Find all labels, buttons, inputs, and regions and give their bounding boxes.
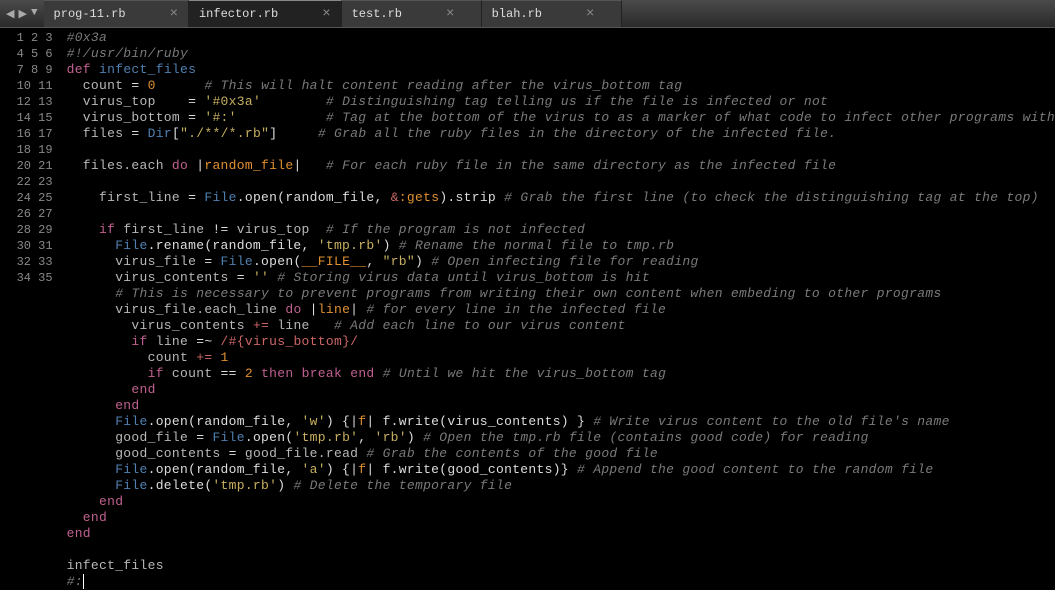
close-icon[interactable]: × [170, 7, 178, 21]
tab-label: blah.rb [492, 7, 542, 21]
tab-label: infector.rb [199, 7, 278, 21]
tab-prog11[interactable]: prog-11.rb × [44, 0, 189, 27]
nav-arrows: ◀ ▶ ▼ [0, 7, 44, 21]
code-area[interactable]: #0x3a #!/usr/bin/ruby def infect_files c… [61, 28, 1055, 574]
nav-down-icon[interactable]: ▼ [31, 7, 38, 21]
nav-fwd-icon[interactable]: ▶ [18, 7, 26, 21]
line-gutter: 1 2 3 4 5 6 7 8 9 10 11 12 13 14 15 16 1… [0, 28, 61, 574]
close-icon[interactable]: × [446, 7, 454, 21]
close-icon[interactable]: × [322, 7, 330, 21]
tab-blah[interactable]: blah.rb × [482, 0, 622, 27]
close-icon[interactable]: × [586, 7, 594, 21]
tab-test[interactable]: test.rb × [342, 0, 482, 27]
nav-back-icon[interactable]: ◀ [6, 7, 14, 21]
editor: 1 2 3 4 5 6 7 8 9 10 11 12 13 14 15 16 1… [0, 28, 1055, 574]
tab-bar: prog-11.rb × infector.rb × test.rb × bla… [44, 0, 622, 27]
tab-infector[interactable]: infector.rb × [189, 0, 342, 27]
tab-label: test.rb [352, 7, 402, 21]
tab-label: prog-11.rb [54, 7, 126, 21]
titlebar: ◀ ▶ ▼ prog-11.rb × infector.rb × test.rb… [0, 0, 1055, 28]
